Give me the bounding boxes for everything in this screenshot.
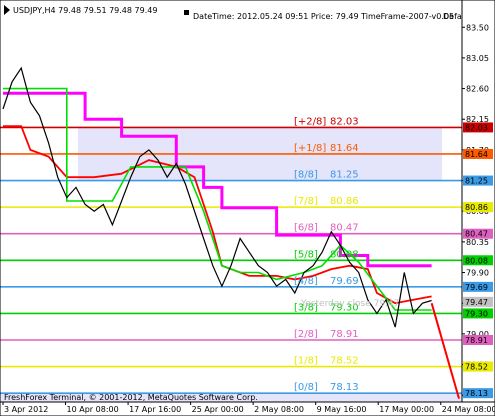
level-label-2: [8/8] [294, 170, 318, 181]
collapse-arrow-icon[interactable] [4, 5, 10, 15]
x-tick-label-1: 10 Apr 08:00 [67, 405, 119, 414]
y-tick-label-1: 83.05 [466, 54, 489, 63]
chart-footer: FreshForex Terminal, © 2001-2012, MetaQu… [4, 393, 258, 402]
x-tick-label-5: 9 May 16:00 [317, 405, 367, 414]
y-tick-label-8: 79.90 [466, 269, 489, 278]
level-label-9: [1/8] [294, 356, 318, 367]
price-tag-text-8: 79.30 [465, 309, 488, 318]
yesterday-close-label: Yesterday close 79.47 [300, 299, 399, 309]
level-label-8: [2/8] [294, 329, 318, 340]
price-tag-text-10: 78.52 [465, 363, 488, 372]
price-tag-text-6: 79.69 [465, 283, 488, 292]
level-value-1: 81.64 [330, 143, 359, 154]
y-tick-label-2: 82.60 [466, 85, 489, 94]
level-value-8: 78.91 [330, 329, 359, 340]
symbol-info: USDJPY,H4 79.48 79.51 79.48 79.49 [13, 6, 157, 15]
level-label-0: [+2/8] [294, 116, 326, 127]
chart-window: [+2/8] 82.03 [+1/8] 81.64 [8/8] 81.25 [7/8] 80.… [0, 0, 495, 416]
price-tag-text-3: 80.86 [465, 203, 488, 212]
price-tag-text-5: 80.08 [465, 256, 488, 265]
level-label-3: [7/8] [294, 196, 318, 207]
level-value-10: 78.13 [330, 382, 359, 393]
price-tag-text-2: 81.25 [465, 177, 488, 186]
level-value-3: 80.86 [330, 196, 359, 207]
level-value-2: 81.25 [330, 170, 359, 181]
x-tick-label-3: 25 Apr 00:00 [192, 405, 244, 414]
level-label-5: [5/8] [294, 249, 318, 260]
x-tick-label-6: 17 May 00:00 [379, 405, 434, 414]
info-bullet-icon [184, 10, 189, 15]
x-tick-label-2: 17 Apr 16:00 [129, 405, 181, 414]
level-label-1: [+1/8] [294, 143, 326, 154]
forecast-arrow-line [430, 302, 460, 399]
y-tick-label-0: 83.50 [466, 23, 489, 32]
x-tick-label-7: 24 May 08:00 [442, 405, 495, 414]
price-tag-text-1: 81.64 [465, 150, 488, 159]
x-tick-label-4: 2 May 08:00 [254, 405, 304, 414]
copyright-text: FreshForex Terminal, © 2001-2012, MetaQu… [4, 393, 258, 402]
level-value-0: 82.03 [330, 116, 359, 127]
chart-header: USDJPY,H4 79.48 79.51 79.48 79.49 DateTi… [4, 5, 462, 21]
level-value-5: 80.08 [330, 249, 359, 260]
info-line: DateTime: 2012.05.24 09:51 Price: 79.49 … [193, 12, 454, 21]
level-label-6: [4/8] [294, 276, 318, 287]
chart-svg: [+2/8] 82.03 [+1/8] 81.64 [8/8] 81.25 [7/8] 80.… [0, 0, 495, 416]
price-tag-text-0: 82.03 [465, 123, 488, 132]
x-tick-label-0: 3 Apr 2012 [4, 405, 48, 414]
info-suffix: Defa [443, 12, 462, 21]
time-axis: 3 Apr 2012 10 Apr 08:00 17 Apr 16:00 25 Apr… [2, 402, 495, 414]
level-label-10: [0/8] [294, 382, 318, 393]
overlay: Yesterday close 79.47 [300, 299, 399, 309]
level-value-4: 80.47 [330, 223, 359, 234]
price-tag-text-7: 79.47 [465, 298, 488, 307]
y-tick-label-7: 80.35 [466, 238, 489, 247]
level-value-6: 79.69 [330, 276, 359, 287]
price-tag-text-4: 80.47 [465, 230, 488, 239]
price-tag-text-11: 78.13 [465, 389, 488, 398]
price-tags: 82.03 81.64 81.25 80.86 80.47 80.08 79.69 79.47… [463, 122, 493, 399]
level-label-4: [6/8] [294, 223, 318, 234]
level-value-9: 78.52 [330, 356, 359, 367]
price-tag-text-9: 78.91 [465, 336, 488, 345]
forecast-arrow [430, 302, 460, 399]
